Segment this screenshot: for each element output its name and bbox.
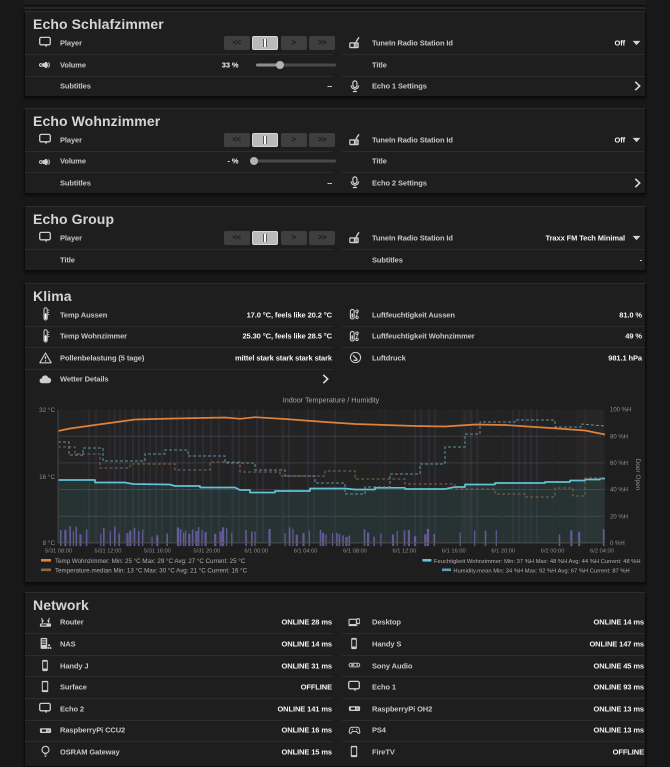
svg-text:80 %H: 80 %H <box>610 434 628 440</box>
svg-text:Temp Wohnzimmer: Min: 25 °C Ma: Temp Wohnzimmer: Min: 25 °C Max: 29 °C A… <box>55 558 246 565</box>
svg-text:16 °C: 16 °C <box>39 473 55 481</box>
svg-text:40 %H: 40 %H <box>610 488 628 494</box>
svg-text:6/1 08:00: 6/1 08:00 <box>343 548 367 554</box>
svg-text:6/1 12:00: 6/1 12:00 <box>393 548 417 554</box>
svg-text:8 °C: 8 °C <box>43 539 56 547</box>
svg-text:Temperature.median Min: 13 °C: Temperature.median Min: 13 °C Max: 30 °C… <box>55 567 248 574</box>
svg-text:Indoor Temperature / Humidity: Indoor Temperature / Humidity <box>283 395 380 404</box>
svg-text:5/31 08:00: 5/31 08:00 <box>45 548 72 554</box>
svg-text:5/31 20:00: 5/31 20:00 <box>193 548 220 554</box>
svg-text:6/2 04:00: 6/2 04:00 <box>590 548 614 554</box>
svg-text:6/1 00:00: 6/1 00:00 <box>244 548 268 554</box>
svg-text:20 %H: 20 %H <box>610 514 628 520</box>
svg-text:Door Open: Door Open <box>634 458 641 490</box>
svg-text:100 %H: 100 %H <box>610 408 631 414</box>
svg-text:0 %H: 0 %H <box>610 541 625 547</box>
svg-text:5/31 16:00: 5/31 16:00 <box>144 548 171 554</box>
svg-text:6/1 20:00: 6/1 20:00 <box>491 548 515 554</box>
svg-text:6/1 16:00: 6/1 16:00 <box>442 548 466 554</box>
svg-text:6/1 04:00: 6/1 04:00 <box>294 548 318 554</box>
svg-text:6/2 00:00: 6/2 00:00 <box>541 548 565 554</box>
svg-text:32 °C: 32 °C <box>39 406 55 414</box>
svg-text:Humidity.mean Min: 34 %H Max:: Humidity.mean Min: 34 %H Max: 92 %H Avg:… <box>453 568 629 574</box>
svg-text:60 %H: 60 %H <box>610 461 628 467</box>
svg-text:Feuchtigkeit Wohnzimmer: Min:: Feuchtigkeit Wohnzimmer: Min: 37 %H Max:… <box>434 559 641 565</box>
svg-text:5/31 12:00: 5/31 12:00 <box>95 548 122 554</box>
